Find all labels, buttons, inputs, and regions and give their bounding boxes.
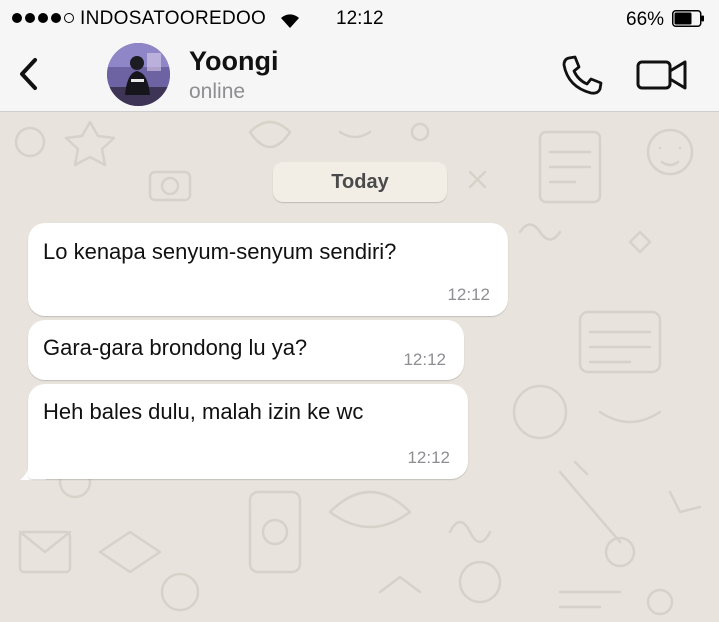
message-timestamp: 12:12 — [447, 285, 490, 304]
contact-name[interactable]: Yoongi — [189, 46, 278, 77]
status-time: 12:12 — [336, 8, 384, 29]
chat-header: Yoongi online — [0, 38, 719, 112]
wifi-icon — [281, 14, 299, 28]
carrier-name: INDOSATOOREDOO — [80, 8, 267, 29]
message-timestamp: 12:12 — [407, 448, 450, 467]
status-bar: INDOSATOOREDOO 12:12 66% — [0, 0, 719, 38]
message-timestamp: 12:12 — [403, 350, 446, 369]
back-button[interactable] — [12, 54, 44, 94]
message-text: Gara-gara brondong lu ya? — [43, 335, 308, 360]
contact-avatar[interactable] — [107, 43, 170, 106]
phone-icon[interactable] — [560, 54, 604, 96]
signal-strength-icon — [12, 13, 74, 23]
message-text: Heh bales dulu, malah izin ke wc — [43, 399, 364, 424]
video-camera-icon[interactable] — [636, 56, 688, 94]
battery-icon — [672, 10, 704, 27]
contact-status: online — [189, 80, 246, 103]
message-bubble[interactable]: Lo kenapa senyum-senyum sendiri? 12:12 — [28, 223, 508, 316]
message-bubble[interactable]: Gara-gara brondong lu ya? 12:12 — [28, 320, 464, 380]
date-separator: Today — [273, 162, 447, 202]
chat-area[interactable]: Today Lo kenapa senyum-senyum sendiri? 1… — [0, 112, 719, 622]
message-text: Lo kenapa senyum-senyum sendiri? — [43, 239, 397, 264]
battery-percentage: 66% — [626, 9, 665, 30]
message-bubble[interactable]: Heh bales dulu, malah izin ke wc 12:12 — [28, 384, 468, 479]
